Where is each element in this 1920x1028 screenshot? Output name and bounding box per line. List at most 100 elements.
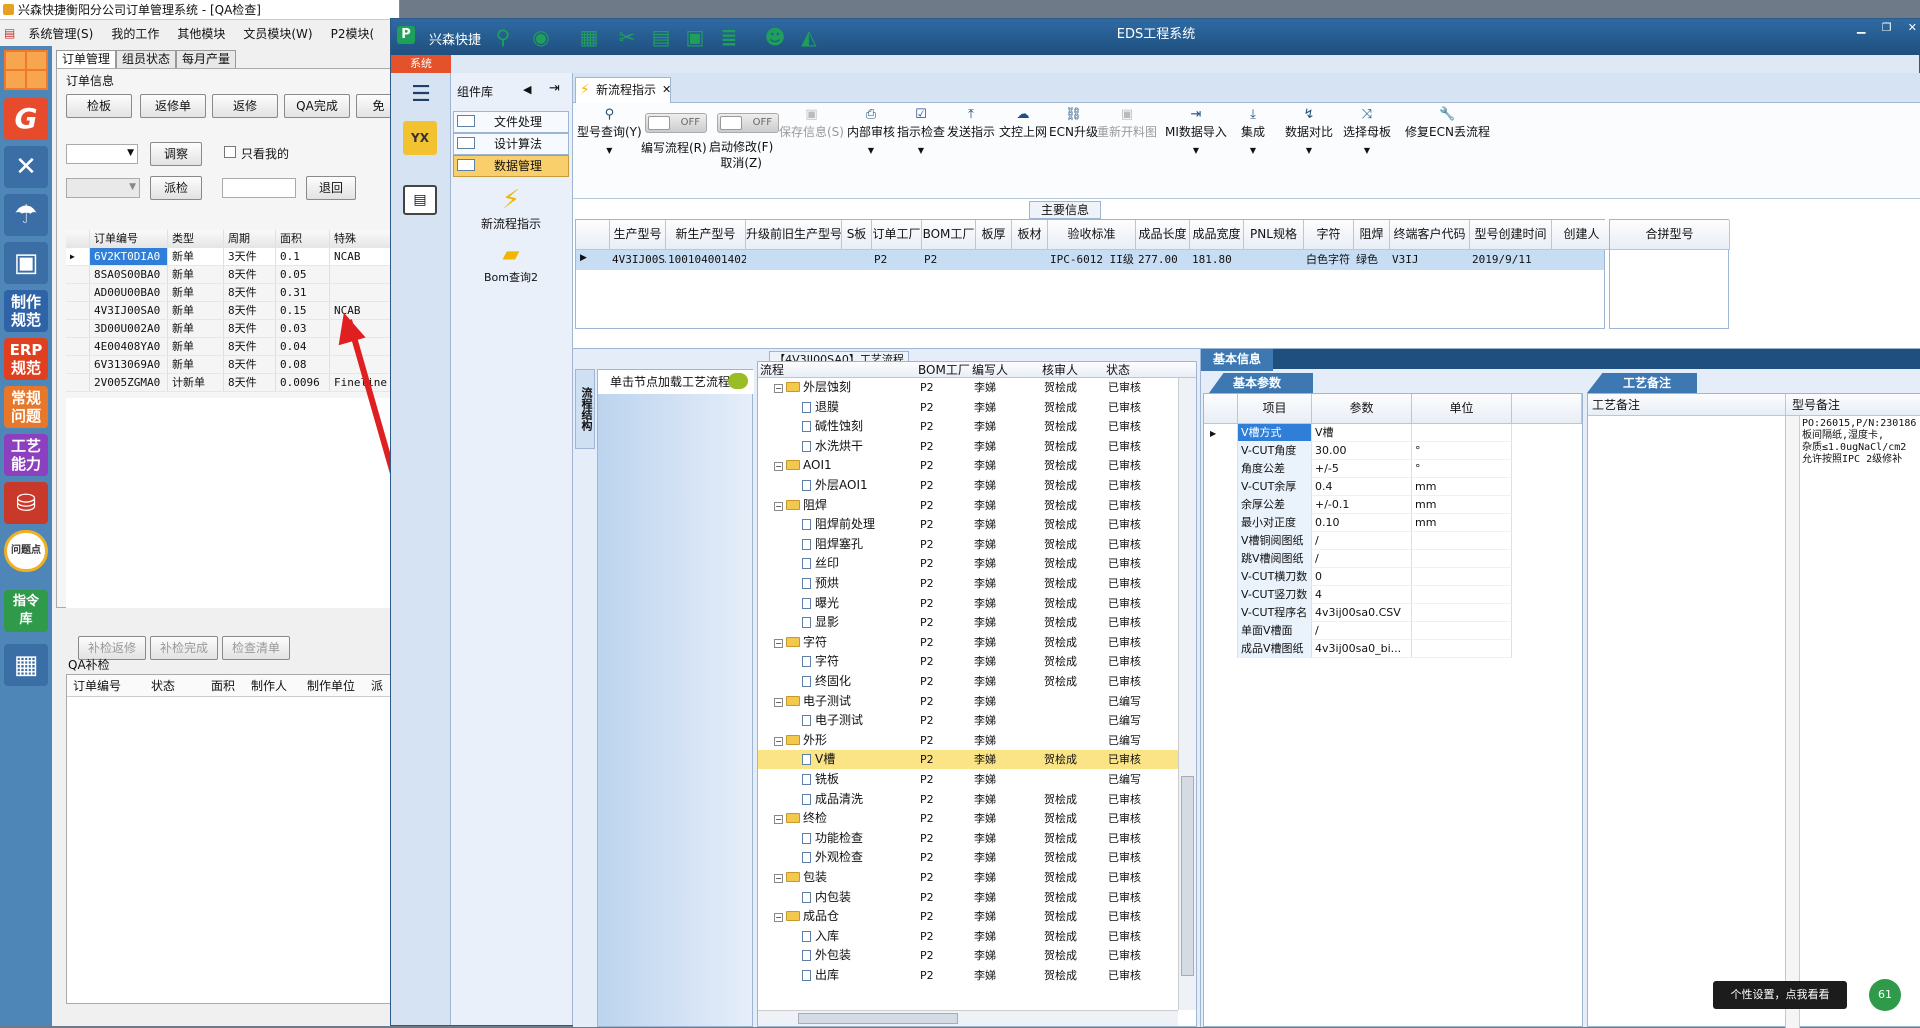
flow-row[interactable]: V槽 P2 李娣 贺桧成 已审核 — [758, 750, 1178, 770]
main-col-header[interactable]: 板厚 — [976, 220, 1012, 250]
param-row[interactable]: V-CUT角度 30.00 ° — [1204, 442, 1582, 460]
param-value[interactable]: 4 — [1312, 586, 1412, 604]
rework-button[interactable]: 返修 — [212, 94, 278, 118]
flow-row[interactable]: 字符 P2 李娣 贺桧成 已审核 — [758, 652, 1178, 671]
flow-row[interactable]: 入库 P2 李娣 贺桧成 已审核 — [758, 927, 1178, 946]
flow-row[interactable]: 阻焊前处理 P2 李娣 贺桧成 已审核 — [758, 515, 1178, 534]
assistant-badge[interactable]: 61 — [1869, 979, 1901, 1011]
flow-row[interactable]: − 包装 P2 李娣 贺桧成 已审核 — [758, 868, 1178, 887]
main-col-header[interactable]: 成品宽度 — [1190, 220, 1244, 250]
inspect-board-button[interactable]: 检板 — [66, 94, 132, 118]
tab-monthly-output[interactable]: 每月产量 — [176, 50, 237, 68]
qa-col-area[interactable]: 面积 — [207, 675, 247, 696]
collapse-icon[interactable]: − — [774, 736, 783, 746]
main-col-header[interactable]: 创建人 — [1552, 220, 1612, 250]
ribbon-repair-ecn[interactable]: 🔧 修复ECN丢流程 — [1405, 107, 1490, 140]
main-col-header[interactable]: 字符 — [1304, 220, 1354, 250]
tile-common-issues[interactable]: 常规问题 — [4, 386, 48, 428]
search-icon[interactable]: ⚲ — [491, 25, 515, 49]
toggle-write-flow[interactable]: OFF — [645, 113, 707, 133]
flow-row[interactable]: 退膜 P2 李娣 贺桧成 已审核 — [758, 398, 1178, 417]
dispatch-inspect-button[interactable]: 派检 — [150, 176, 202, 200]
main-col-header[interactable]: 新生产型号 — [666, 220, 746, 250]
ribbon-internal-review[interactable]: ⎙ 内部审核 ▼ — [847, 107, 895, 155]
flow-row[interactable]: − 字符 P2 李娣 贺桧成 已审核 — [758, 633, 1178, 652]
maximize-icon[interactable]: ❐ — [1882, 21, 1892, 35]
flow-col-status[interactable]: 状态 — [1106, 362, 1130, 378]
main-col-header[interactable]: 型号创建时间 — [1470, 220, 1552, 250]
qa-col-maker-unit[interactable]: 制作单位 — [303, 675, 367, 696]
bom-query-shortcut[interactable]: ▰ Bom查询2 — [451, 241, 571, 285]
clipboard-icon[interactable]: ▣ — [683, 25, 707, 49]
return-button[interactable]: 退回 — [306, 176, 356, 200]
col-area[interactable]: 面积 — [276, 230, 330, 247]
flow-col-process[interactable]: 流程 — [760, 362, 784, 378]
flow-row[interactable]: − 成品仓 P2 李娣 贺桧成 已审核 — [758, 907, 1178, 926]
flow-row[interactable]: 碱性蚀刻 P2 李娣 贺桧成 已审核 — [758, 417, 1178, 436]
tab-order-management[interactable]: 订单管理 — [56, 50, 117, 68]
param-value[interactable]: 4v3ij00sa0.CSV — [1312, 604, 1412, 622]
param-value[interactable]: V槽 — [1312, 424, 1412, 442]
param-value[interactable]: +/-0.1 — [1312, 496, 1412, 514]
model-note-text[interactable]: PO:26015,P/N:230186 板间隔纸,湿度卡, 杂质≤1.0ugNa… — [1802, 418, 1920, 478]
flow-row[interactable]: 终固化 P2 李娣 贺桧成 已审核 — [758, 672, 1178, 691]
hamburger-icon[interactable]: ☰ — [403, 83, 439, 107]
col-cycle[interactable]: 周期 — [224, 230, 276, 247]
param-row[interactable]: 最小对正度 0.10 mm — [1204, 514, 1582, 532]
flow-col-bom-factory[interactable]: BOM工厂 — [918, 362, 970, 378]
calculator-icon[interactable]: ▤ — [403, 185, 437, 215]
param-row[interactable]: 单面V槽面 / — [1204, 622, 1582, 640]
param-col-item[interactable]: 项目 — [1238, 394, 1312, 424]
collapse-icon[interactable]: − — [774, 462, 783, 472]
flow-row[interactable]: 成品清洗 P2 李娣 贺桧成 已审核 — [758, 790, 1178, 809]
flow-row[interactable]: 外层AOI1 P2 李娣 贺桧成 已审核 — [758, 476, 1178, 495]
notes-col-model[interactable]: 型号备注 — [1786, 394, 1920, 416]
col-order-no[interactable]: 订单编号 — [90, 230, 168, 247]
umbrella-icon[interactable]: ☂ — [4, 194, 48, 236]
flow-row[interactable]: 电子测试 P2 李娣 已编写 — [758, 711, 1178, 730]
menu-item-clerk-module[interactable]: 文员模块(W) — [234, 25, 321, 42]
param-col-unit[interactable]: 单位 — [1412, 394, 1512, 424]
doc-tab-new-flow[interactable]: ⚡ 新流程指示 ✕ — [575, 77, 671, 103]
param-row[interactable]: 角度公差 +/-5 ° — [1204, 460, 1582, 478]
checklist-button[interactable]: 检查清单 — [222, 636, 290, 660]
close-icon[interactable]: ✕ — [662, 78, 671, 102]
main-col-header[interactable]: PNL规格 — [1244, 220, 1304, 250]
main-col-header[interactable]: S板 — [842, 220, 872, 250]
flow-row[interactable]: 显影 P2 李娣 贺桧成 已审核 — [758, 613, 1178, 632]
flow-row[interactable]: 外包装 P2 李娣 贺桧成 已审核 — [758, 946, 1178, 965]
close-icon[interactable]: ✕ — [1908, 21, 1917, 35]
param-value[interactable]: 0 — [1312, 568, 1412, 586]
menu-item-other-modules[interactable]: 其他模块 — [168, 25, 234, 42]
recheck-complete-button[interactable]: 补检完成 — [150, 636, 218, 660]
tile-process-capability[interactable]: 工艺能力 — [4, 434, 48, 476]
col-type[interactable]: 类型 — [168, 230, 224, 247]
flow-row[interactable]: − 外层蚀刻 P2 李娣 贺桧成 已审核 — [758, 378, 1178, 397]
system-tab[interactable]: 系统 — [391, 55, 451, 73]
tooltip-personal-settings[interactable]: 个性设置，点我看看 — [1713, 981, 1847, 1009]
param-value[interactable]: 30.00 — [1312, 442, 1412, 460]
collapse-icon[interactable]: − — [774, 501, 783, 511]
collapse-icon[interactable]: − — [774, 874, 783, 883]
param-value[interactable]: 4v3ij00sa0_bi... — [1312, 640, 1412, 658]
flow-row[interactable]: 内包装 P2 李娣 贺桧成 已审核 — [758, 888, 1178, 907]
ribbon-model-query[interactable]: ⚲ 型号查询(Y) ▼ — [577, 107, 642, 155]
main-col-header[interactable]: 升级前旧生产型号 — [746, 220, 842, 250]
ribbon-instruction-check[interactable]: ☑ 指示检查 ▼ — [897, 107, 945, 155]
param-value[interactable]: 0.4 — [1312, 478, 1412, 496]
flow-row[interactable]: 曝光 P2 李娣 贺桧成 已审核 — [758, 594, 1178, 613]
flow-row[interactable]: 水洗烘干 P2 李娣 贺桧成 已审核 — [758, 437, 1178, 456]
scroll-thumb[interactable] — [798, 1013, 958, 1024]
filter-dropdown[interactable]: ▼ — [66, 144, 138, 164]
database-icon[interactable]: ⛁ — [4, 482, 48, 524]
flow-row[interactable]: − 终检 P2 李娣 贺桧成 已审核 — [758, 809, 1178, 828]
ribbon-select-mother-board[interactable]: ⤨ 选择母板 ▼ — [1343, 107, 1391, 155]
chart-icon[interactable]: ◭ — [797, 25, 821, 49]
new-flow-instruction-shortcut[interactable]: ⚡ 新流程指示 — [451, 185, 571, 232]
main-col-header[interactable]: 验收标准 — [1048, 220, 1136, 250]
process-note-area[interactable] — [1588, 416, 1786, 1028]
param-row[interactable]: ▶ V槽方式 V槽 — [1204, 424, 1582, 442]
main-col-header[interactable]: 板材 — [1012, 220, 1048, 250]
table-row[interactable]: AD00U00BA0 新单 8天件 0.31 — [66, 284, 400, 302]
g-logo-icon[interactable]: G — [4, 98, 48, 140]
